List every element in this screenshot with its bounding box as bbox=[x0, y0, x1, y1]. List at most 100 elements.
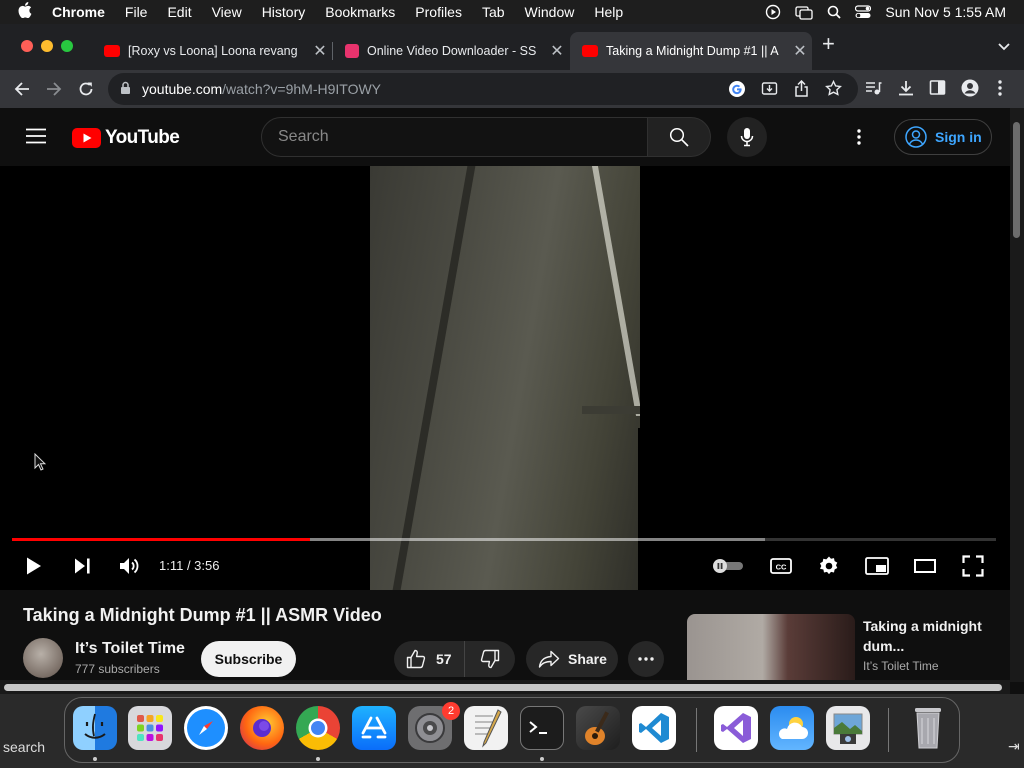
frame-shadow bbox=[638, 428, 640, 590]
screen-mirroring-icon[interactable] bbox=[795, 4, 814, 20]
voice-search-button[interactable] bbox=[727, 117, 767, 157]
weather-icon[interactable] bbox=[770, 706, 814, 750]
recommended-channel[interactable]: It’s Toilet Time bbox=[863, 659, 939, 673]
settings-kebab-icon[interactable] bbox=[856, 128, 862, 151]
menubar-clock[interactable]: Sun Nov 5 1:55 AM bbox=[885, 4, 1006, 20]
textedit-icon[interactable] bbox=[464, 706, 508, 750]
lock-icon[interactable] bbox=[120, 81, 131, 100]
tab-close-icon[interactable]: ✕ bbox=[545, 41, 569, 61]
fullscreen-button[interactable] bbox=[960, 555, 986, 577]
app-store-icon[interactable] bbox=[352, 706, 396, 750]
garageband-icon[interactable] bbox=[576, 706, 620, 750]
address-url[interactable]: youtube.com/watch?v=9hM-H9ITOWY bbox=[142, 81, 381, 97]
video-frame[interactable] bbox=[370, 166, 640, 590]
tab-close-icon[interactable]: ✕ bbox=[788, 41, 812, 61]
safari-icon[interactable] bbox=[184, 706, 228, 750]
firefox-icon[interactable] bbox=[240, 706, 284, 750]
control-center-icon[interactable] bbox=[855, 5, 872, 19]
theater-mode-icon bbox=[914, 559, 936, 573]
menu-tab[interactable]: Tab bbox=[482, 4, 505, 20]
youtube-logo[interactable]: YouTube bbox=[72, 127, 180, 149]
browser-toolbar: youtube.com/watch?v=9hM-H9ITOWY bbox=[0, 70, 1024, 108]
frame-shelf bbox=[582, 406, 640, 414]
menu-file[interactable]: File bbox=[125, 4, 148, 20]
reload-icon[interactable] bbox=[75, 78, 97, 100]
search-button[interactable] bbox=[647, 117, 711, 157]
skip-next-icon bbox=[75, 558, 90, 574]
recommended-thumbnail[interactable] bbox=[687, 614, 855, 680]
install-app-icon[interactable] bbox=[761, 80, 778, 102]
theater-mode-button[interactable] bbox=[912, 555, 938, 577]
menu-profiles[interactable]: Profiles bbox=[415, 4, 462, 20]
vertical-scroll-thumb[interactable] bbox=[1013, 122, 1020, 238]
menu-bookmarks[interactable]: Bookmarks bbox=[325, 4, 395, 20]
captions-button[interactable]: CC bbox=[769, 555, 793, 577]
tab-search-chevron-down-icon[interactable] bbox=[998, 38, 1010, 56]
window-minimize-button[interactable] bbox=[41, 40, 53, 52]
vscode-icon[interactable] bbox=[632, 706, 676, 750]
autoplay-toggle[interactable] bbox=[711, 555, 745, 577]
horizontal-scrollbar[interactable] bbox=[0, 680, 1010, 694]
window-close-button[interactable] bbox=[21, 40, 33, 52]
browser-tab-1[interactable]: [Roxy vs Loona] Loona revang ✕ bbox=[92, 32, 332, 70]
dock-separator bbox=[888, 708, 889, 752]
window-zoom-button[interactable] bbox=[61, 40, 73, 52]
recommended-video[interactable]: Taking a midnight dum... It’s Toilet Tim… bbox=[687, 614, 1007, 680]
mute-button[interactable] bbox=[118, 555, 142, 577]
tab-close-icon[interactable]: ✕ bbox=[308, 41, 332, 61]
channel-avatar[interactable] bbox=[23, 638, 63, 678]
play-button[interactable] bbox=[24, 555, 44, 577]
menu-view[interactable]: View bbox=[212, 4, 242, 20]
hamburger-menu-icon[interactable] bbox=[26, 128, 46, 149]
new-tab-icon[interactable]: + bbox=[822, 33, 835, 55]
video-player[interactable] bbox=[0, 166, 1010, 590]
recommended-title[interactable]: Taking a midnight dum... bbox=[863, 616, 983, 656]
search-input[interactable] bbox=[278, 126, 628, 148]
menu-app-name[interactable]: Chrome bbox=[52, 4, 105, 20]
vertical-scrollbar[interactable] bbox=[1010, 108, 1024, 682]
menu-edit[interactable]: Edit bbox=[167, 4, 191, 20]
media-control-icon[interactable] bbox=[864, 79, 882, 102]
channel-name[interactable]: It’s Toilet Time bbox=[75, 640, 185, 658]
apple-menu-icon[interactable] bbox=[18, 2, 38, 22]
menu-help[interactable]: Help bbox=[594, 4, 623, 20]
horizontal-scroll-thumb[interactable] bbox=[4, 684, 1002, 691]
profile-avatar-icon[interactable] bbox=[961, 79, 979, 102]
menu-window[interactable]: Window bbox=[525, 4, 575, 20]
forward-arrow-icon[interactable] bbox=[43, 78, 65, 100]
downloads-icon[interactable] bbox=[897, 79, 915, 102]
share-button[interactable]: Share bbox=[526, 641, 618, 677]
progress-bar[interactable] bbox=[12, 538, 996, 541]
back-arrow-icon[interactable] bbox=[11, 78, 33, 100]
youtube-logo-text: YouTube bbox=[105, 127, 180, 148]
youtube-play-logo-icon bbox=[72, 128, 101, 148]
background-search-text: search bbox=[3, 739, 46, 755]
visual-studio-icon[interactable] bbox=[714, 706, 758, 750]
media-play-icon[interactable] bbox=[765, 4, 781, 20]
side-panel-icon[interactable] bbox=[929, 79, 946, 101]
bookmark-star-icon[interactable] bbox=[825, 79, 842, 102]
subscribe-button[interactable]: Subscribe bbox=[201, 641, 296, 677]
chrome-icon[interactable] bbox=[296, 706, 340, 750]
dislike-button[interactable] bbox=[465, 641, 515, 677]
address-bar[interactable]: youtube.com/watch?v=9hM-H9ITOWY bbox=[108, 73, 858, 105]
more-actions-button[interactable] bbox=[628, 641, 664, 677]
terminal-icon[interactable] bbox=[520, 706, 564, 750]
trash-icon[interactable] bbox=[906, 706, 950, 750]
sign-in-button[interactable]: Sign in bbox=[894, 119, 992, 155]
google-lens-icon[interactable] bbox=[728, 80, 746, 103]
spotlight-search-icon[interactable] bbox=[827, 5, 841, 19]
like-button[interactable]: 57 bbox=[394, 641, 465, 677]
next-button[interactable] bbox=[71, 555, 93, 577]
launchpad-icon[interactable] bbox=[128, 706, 172, 750]
share-page-icon[interactable] bbox=[794, 79, 809, 102]
preview-icon[interactable] bbox=[826, 706, 870, 750]
miniplayer-button[interactable] bbox=[864, 555, 890, 577]
browser-tab-3-active[interactable]: Taking a Midnight Dump #1 || A ✕ bbox=[570, 32, 812, 70]
settings-button[interactable] bbox=[817, 555, 841, 577]
chrome-menu-kebab-icon[interactable] bbox=[997, 79, 1003, 102]
browser-tab-2[interactable]: Online Video Downloader - SS ✕ bbox=[333, 32, 569, 70]
finder-icon[interactable] bbox=[73, 706, 117, 750]
autoplay-toggle-icon bbox=[713, 559, 743, 573]
menu-history[interactable]: History bbox=[262, 4, 306, 20]
